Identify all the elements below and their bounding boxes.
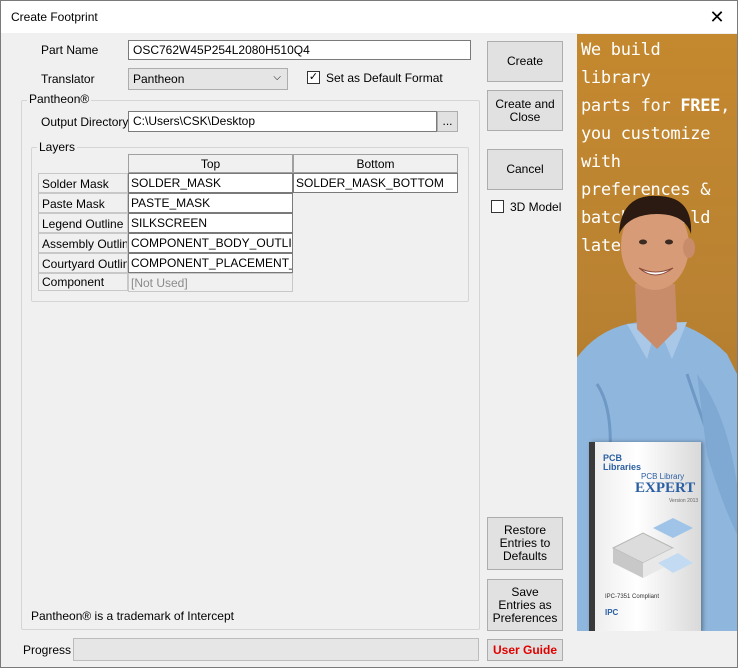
create-button[interactable]: Create: [487, 41, 563, 82]
promo-line-2-start: parts for: [581, 96, 681, 116]
create-and-close-button[interactable]: Create and Close: [487, 90, 563, 131]
promo-banner[interactable]: We build library parts for FREE, you cus…: [577, 34, 737, 631]
3d-model-checkbox[interactable]: [491, 200, 504, 213]
layer-row-assembly-outline: Assembly Outline: [38, 233, 128, 253]
chevron-down-icon: ⌵: [273, 72, 281, 83]
translator-selected-value: Pantheon: [133, 72, 185, 86]
solder-mask-bottom-cell[interactable]: SOLDER_MASK_BOTTOM: [293, 173, 458, 193]
box-brand-line-2: Libraries: [603, 462, 642, 472]
pcb-library-expert-box: PCB Libraries PCB Library EXPERT Version …: [589, 442, 701, 631]
progress-bar: [73, 638, 479, 661]
translator-select[interactable]: Pantheon ⌵: [128, 68, 288, 90]
layer-row-paste-mask: Paste Mask: [38, 193, 128, 213]
component-top-cell: [Not Used]: [128, 273, 293, 292]
default-format-checkbox[interactable]: ✓: [307, 71, 320, 84]
output-directory-label: Output Directory: [41, 115, 129, 129]
promo-line-3: you customize: [581, 124, 711, 144]
promo-line-1: We build library: [581, 40, 661, 88]
layer-row-solder-mask: Solder Mask: [38, 173, 128, 193]
user-guide-button[interactable]: User Guide: [487, 639, 563, 661]
promo-line-2: parts for FREE,: [581, 92, 737, 120]
cancel-button[interactable]: Cancel: [487, 149, 563, 190]
close-icon[interactable]: ✕: [697, 1, 737, 33]
promo-free-text: FREE: [680, 96, 721, 116]
column-header-bottom: Bottom: [293, 154, 458, 173]
part-name-label: Part Name: [41, 43, 99, 57]
progress-label: Progress: [23, 643, 72, 657]
default-format-label: Set as Default Format: [326, 71, 443, 85]
ipc-logo: IPC: [605, 608, 619, 617]
assembly-outline-top-cell[interactable]: COMPONENT_BODY_OUTLINE: [128, 233, 293, 253]
layer-row-component: Component: [38, 273, 128, 291]
save-preferences-button[interactable]: Save Entries as Preferences: [487, 579, 563, 631]
box-standard: IPC-7351 Compliant: [605, 594, 660, 600]
layer-row-courtyard-outline: Courtyard Outline: [38, 253, 128, 273]
box-title: EXPERT: [635, 480, 696, 496]
part-name-input[interactable]: OSC762W45P254L2080H510Q4: [128, 40, 471, 60]
layers-group-title: Layers: [37, 140, 78, 154]
trademark-note: Pantheon® is a trademark of Intercept: [31, 609, 234, 623]
solder-mask-top-cell[interactable]: SOLDER_MASK: [128, 173, 293, 193]
column-header-top: Top: [128, 154, 293, 173]
restore-defaults-button[interactable]: Restore Entries to Defaults: [487, 517, 563, 570]
translator-label: Translator: [41, 72, 95, 86]
browse-button[interactable]: ...: [437, 111, 458, 132]
window-title: Create Footprint: [11, 10, 98, 24]
promo-line-2-end: ,: [720, 96, 731, 116]
box-brand: PCB Libraries: [603, 454, 641, 472]
component-graphic: [611, 518, 693, 578]
courtyard-outline-top-cell[interactable]: COMPONENT_PLACEMENT_OU: [128, 253, 293, 273]
title-bar: Create Footprint ✕: [1, 1, 737, 33]
paste-mask-top-cell[interactable]: PASTE_MASK: [128, 193, 293, 213]
pantheon-group-title: Pantheon®: [27, 92, 92, 106]
create-footprint-dialog: Create Footprint ✕ Part Name OSC762W45P2…: [0, 0, 738, 668]
layer-row-legend-outline: Legend Outline: [38, 213, 128, 233]
box-version: Version 2013: [669, 498, 699, 504]
legend-outline-top-cell[interactable]: SILKSCREEN: [128, 213, 293, 233]
output-directory-input[interactable]: C:\Users\CSK\Desktop: [128, 111, 437, 132]
3d-model-label: 3D Model: [510, 200, 562, 214]
